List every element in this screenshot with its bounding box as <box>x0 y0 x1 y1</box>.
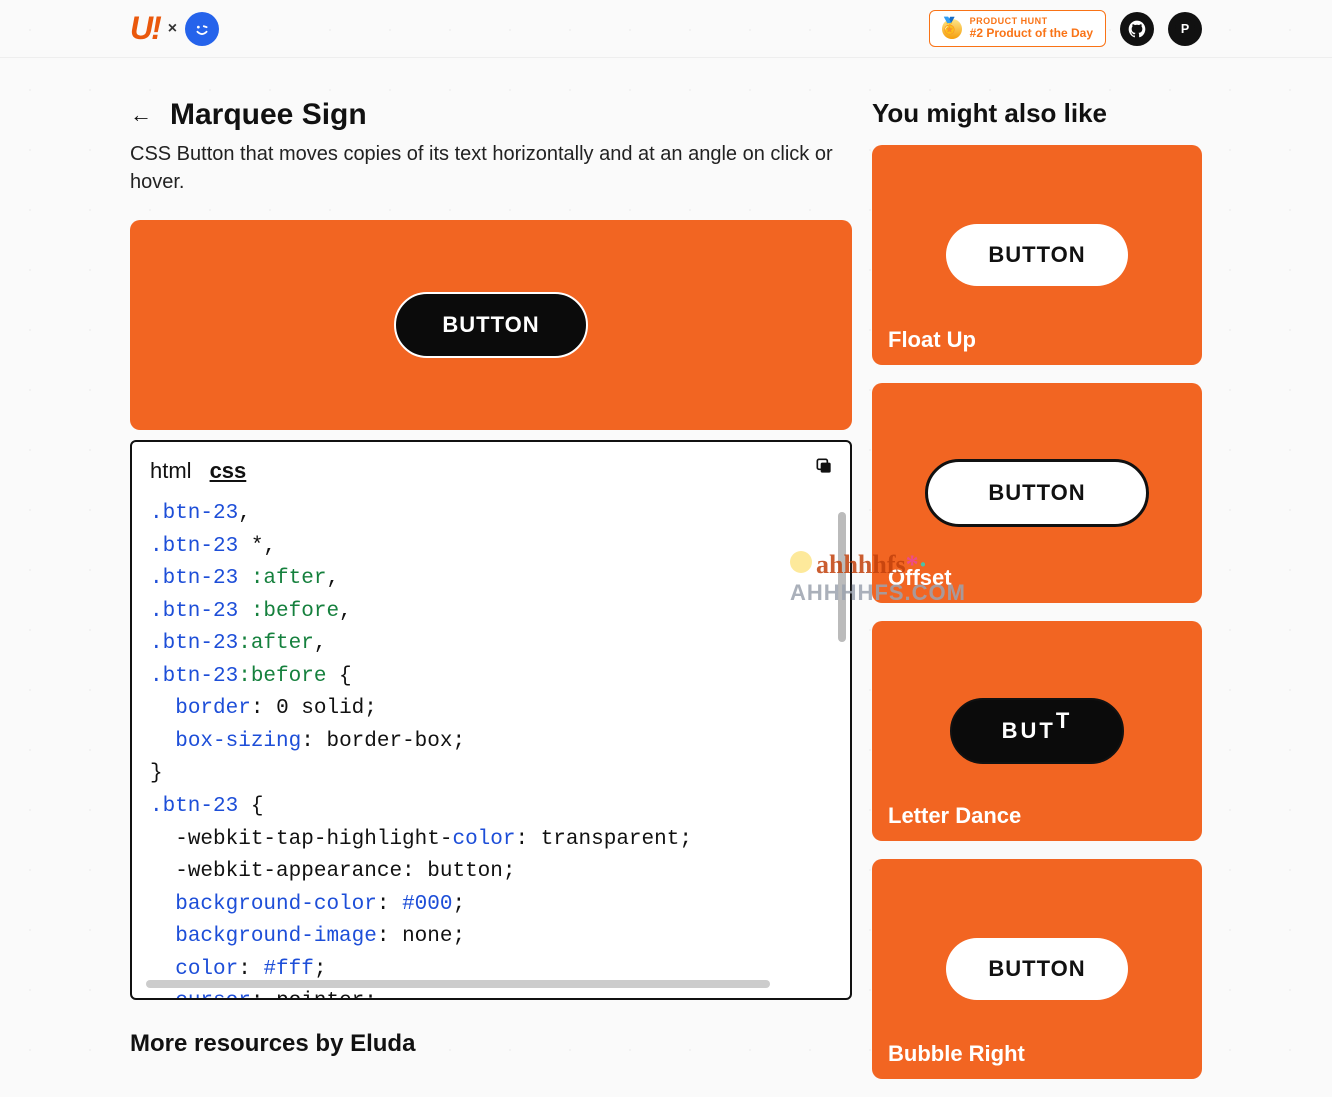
ph-sub: #2 Product of the Day <box>970 27 1093 40</box>
product-p-icon[interactable]: P <box>1168 12 1202 46</box>
product-hunt-badge[interactable]: PRODUCT HUNT #2 Product of the Day <box>929 10 1106 47</box>
back-arrow-icon[interactable]: ← <box>130 102 152 128</box>
sidebar-title: You might also like <box>872 98 1202 129</box>
card-button[interactable]: BUTTON <box>925 459 1148 527</box>
github-icon[interactable] <box>1120 12 1154 46</box>
logo-u-icon: U! <box>130 10 160 47</box>
top-right-group: PRODUCT HUNT #2 Product of the Day P <box>929 10 1202 47</box>
sidebar: You might also like BUTTONFloat UpBUTTON… <box>872 98 1202 1097</box>
smiley-icon <box>185 12 219 46</box>
top-bar: U! × PRODUCT HUNT #2 Product of the Day … <box>0 0 1332 58</box>
related-card[interactable]: BUTTON Offset <box>872 383 1202 603</box>
page-description: CSS Button that moves copies of its text… <box>130 140 852 196</box>
tab-html[interactable]: html <box>150 458 192 484</box>
horizontal-scrollbar[interactable] <box>146 980 770 988</box>
tab-css[interactable]: css <box>210 458 247 484</box>
logo-group[interactable]: U! × <box>130 10 219 47</box>
card-label: Bubble Right <box>888 1041 1025 1067</box>
card-button[interactable]: BUTT <box>950 698 1125 764</box>
card-button[interactable]: BUTTON <box>946 938 1127 1000</box>
copy-icon[interactable] <box>814 456 834 482</box>
related-card[interactable]: BUTTON Bubble Right <box>872 859 1202 1079</box>
vertical-scrollbar[interactable] <box>838 512 846 642</box>
card-label: Letter Dance <box>888 803 1021 829</box>
demo-preview: BUTTON <box>130 220 852 430</box>
demo-button[interactable]: BUTTON <box>394 292 587 358</box>
code-block[interactable]: .btn-23, .btn-23 *, .btn-23 :after, .btn… <box>150 498 832 1000</box>
main-column: ← Marquee Sign CSS Button that moves cop… <box>130 98 852 1097</box>
code-panel: html css .btn-23, .btn-23 *, .btn-23 :af… <box>130 440 852 1000</box>
related-card[interactable]: BUTTON Float Up <box>872 145 1202 365</box>
page-title: Marquee Sign <box>170 98 367 132</box>
related-card[interactable]: BUTT Letter Dance <box>872 621 1202 841</box>
more-resources-heading: More resources by Eluda <box>130 1030 852 1058</box>
card-button[interactable]: BUTTON <box>946 224 1127 286</box>
card-label: Offset <box>888 565 952 591</box>
card-label: Float Up <box>888 327 976 353</box>
medal-icon <box>942 19 962 39</box>
svg-text:P: P <box>1181 22 1189 36</box>
logo-multiply-icon: × <box>168 20 177 38</box>
